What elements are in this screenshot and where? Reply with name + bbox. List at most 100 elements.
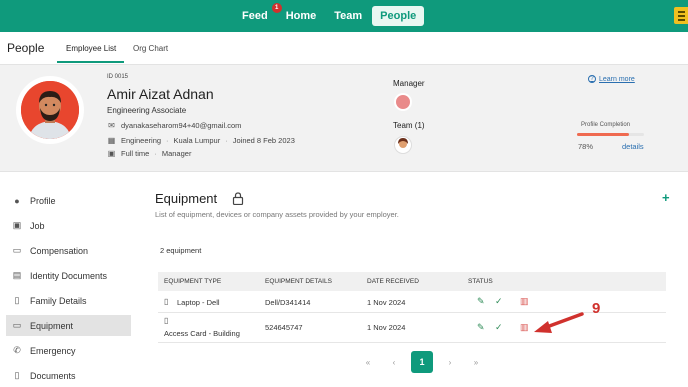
laptop-icon: ▭ — [12, 320, 22, 330]
check-icon[interactable]: ✓ — [495, 296, 503, 307]
sidebar-item-label: Job — [30, 220, 45, 231]
nav-people-label: People — [380, 10, 417, 22]
tab-employee-list[interactable]: Employee List — [66, 44, 116, 53]
trash-icon[interactable]: ▥ — [520, 296, 529, 307]
avatar — [18, 78, 82, 142]
sidebar-item-job[interactable]: ▣ Job — [6, 215, 131, 236]
employee-joined: Joined 8 Feb 2023 — [232, 136, 295, 145]
nav-home-label: Home — [285, 10, 317, 22]
profile-completion-fill — [577, 133, 630, 136]
sidebar-item-label: Documents — [30, 370, 76, 381]
pagination: « ‹ 1 › » — [355, 351, 489, 373]
email-row: ✉ dyanakaseharom94+40@gmail.com — [107, 121, 241, 130]
building-icon: ▦ — [107, 136, 116, 145]
avatar-illustration — [21, 81, 79, 139]
employee-department: Engineering — [121, 136, 162, 145]
first-page-button[interactable]: « — [355, 358, 381, 367]
manager-avatar[interactable] — [394, 93, 412, 111]
page-title: People — [7, 41, 45, 55]
document-icon: ▯ — [14, 295, 20, 305]
sidebar-item-identity-documents[interactable]: ▤ Identity Documents — [6, 265, 131, 286]
column-header: EQUIPMENT DETAILS — [265, 278, 332, 285]
team-member-avatar[interactable] — [394, 136, 412, 154]
employment-type: Full time — [121, 149, 150, 158]
sidebar-item-emergency[interactable]: ✆ Emergency — [6, 340, 131, 361]
nav-people[interactable]: People — [372, 6, 425, 26]
prev-page-button[interactable]: ‹ — [381, 358, 407, 367]
nav-team-label: Team — [334, 10, 363, 22]
nav-home[interactable]: Home — [278, 6, 325, 26]
equipment-type: Laptop - Dell — [177, 298, 220, 307]
sidebar-item-label: Profile — [30, 195, 56, 206]
employee-email: dyanakaseharom94+40@gmail.com — [121, 121, 242, 130]
sidebar-item-label: Identity Documents — [30, 270, 108, 281]
file-icon: ▯ — [14, 370, 20, 380]
sidebar-item-equipment[interactable]: ▭ Equipment — [6, 315, 131, 336]
section-subtitle: List of equipment, devices or company as… — [155, 210, 399, 219]
page-1-button[interactable]: 1 — [411, 351, 433, 373]
column-header: DATE RECEIVED — [367, 278, 419, 285]
annotation-step-number: 9 — [592, 300, 601, 317]
date-received: 1 Nov 2024 — [367, 298, 406, 307]
active-tab-indicator — [57, 61, 124, 63]
lock-icon — [232, 192, 244, 205]
learn-more-label: Learn more — [599, 75, 635, 83]
menu-icon[interactable] — [674, 7, 688, 24]
sidebar-item-label: Family Details — [30, 295, 87, 306]
sidebar-item-family-details[interactable]: ▯ Family Details — [6, 290, 131, 311]
trash-icon[interactable]: ▥ — [520, 322, 529, 333]
date-received: 1 Nov 2024 — [367, 323, 406, 332]
equipment-details: 524645747 — [265, 323, 303, 332]
learn-more-link[interactable]: ? Learn more — [588, 75, 635, 83]
employee-id: ID 0015 — [107, 74, 129, 80]
annotation-arrow-icon — [534, 312, 584, 333]
tab-org-chart[interactable]: Org Chart — [133, 44, 168, 53]
top-nav: Feed 1 Home Team People — [234, 3, 425, 26]
section-title: Equipment — [155, 191, 218, 206]
person-icon: ● — [14, 195, 20, 206]
briefcase-icon: ▣ — [12, 220, 22, 230]
profile-card: ID 0015 Amir Aizat Adnan Engineering Ass… — [0, 64, 688, 172]
check-icon[interactable]: ✓ — [495, 322, 503, 333]
help-icon: ? — [588, 75, 596, 83]
top-bar: Feed 1 Home Team People — [0, 0, 688, 32]
details-link[interactable]: details — [622, 142, 644, 151]
phone-icon: ✆ — [13, 345, 21, 355]
clipboard-icon: ▯ — [164, 297, 169, 306]
org-row: ▦ Engineering · Kuala Lumpur · Joined 8 … — [107, 136, 295, 145]
edit-icon[interactable]: ✎ — [477, 296, 485, 307]
profile-completion-label: Profile Completion — [581, 122, 631, 128]
employee-name: Amir Aizat Adnan — [107, 86, 214, 102]
employment-row: ▣ Full time · Manager — [107, 149, 192, 158]
next-page-button[interactable]: › — [437, 358, 463, 367]
table-header: EQUIPMENT TYPE EQUIPMENT DETAILS DATE RE… — [158, 272, 666, 291]
equipment-details: Dell/D341414 — [265, 298, 311, 307]
money-icon: ▭ — [12, 245, 22, 255]
id-card-icon: ▤ — [12, 270, 22, 280]
employee-level: Manager — [161, 149, 192, 158]
sub-nav: People Employee List Org Chart — [0, 32, 688, 64]
profile-completion-value: 78% — [578, 142, 594, 151]
employee-role: Engineering Associate — [107, 106, 187, 115]
add-equipment-button[interactable]: + — [662, 190, 670, 205]
clipboard-icon: ▯ — [164, 316, 169, 325]
column-header: STATUS — [468, 278, 493, 285]
sidebar-item-label: Compensation — [30, 245, 89, 256]
edit-icon[interactable]: ✎ — [477, 322, 485, 333]
sidebar-item-compensation[interactable]: ▭ Compensation — [6, 240, 131, 261]
profile-completion-bar — [577, 133, 644, 136]
manager-label: Manager — [393, 79, 425, 88]
equipment-count: 2 equipment — [160, 246, 202, 255]
nav-feed-label: Feed — [242, 10, 268, 22]
sidebar-item-label: Equipment — [30, 320, 74, 331]
sidebar-item-label: Emergency — [30, 345, 76, 356]
nav-feed[interactable]: Feed 1 — [234, 3, 282, 26]
nav-team[interactable]: Team — [326, 6, 370, 26]
employee-location: Kuala Lumpur — [173, 136, 221, 145]
mail-icon: ✉ — [108, 121, 115, 130]
column-header: EQUIPMENT TYPE — [164, 278, 222, 285]
sidebar-item-documents[interactable]: ▯ Documents — [6, 365, 131, 386]
team-label: Team (1) — [393, 121, 425, 130]
sidebar-item-profile[interactable]: ● Profile — [6, 190, 131, 211]
last-page-button[interactable]: » — [463, 358, 489, 367]
